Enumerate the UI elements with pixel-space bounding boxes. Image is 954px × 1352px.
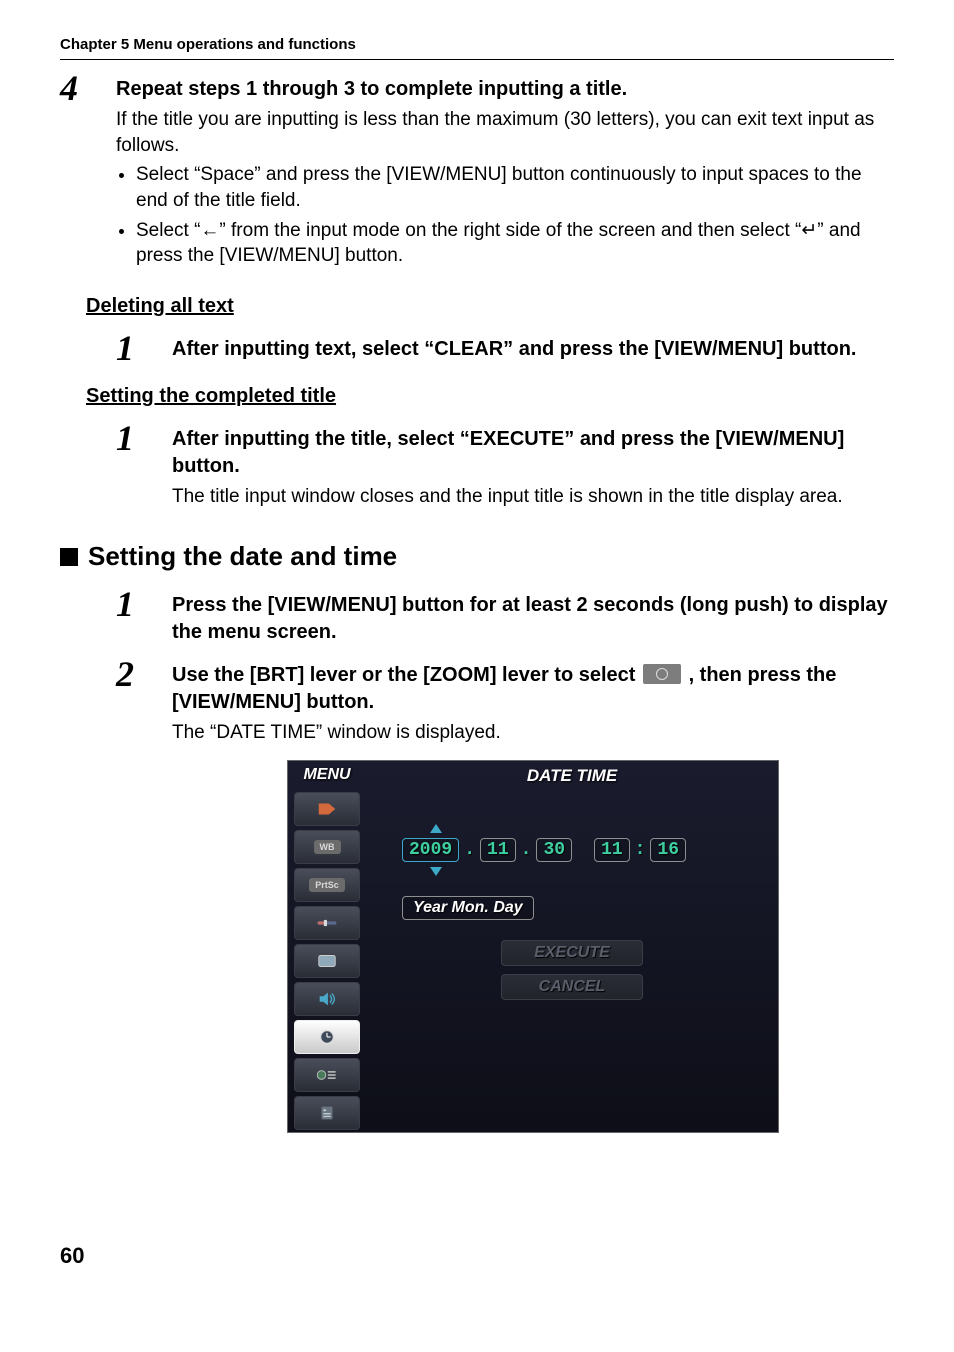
menu-content-area: DATE TIME 2009 . 11 . 30 11 : 16 Year Mo…: [366, 761, 778, 1132]
menu-tab-wb[interactable]: WB: [294, 830, 360, 864]
menu-tab-tag[interactable]: [294, 792, 360, 826]
month-field[interactable]: 11: [480, 838, 516, 862]
deleting-step-1: 1 After inputting text, select “CLEAR” a…: [116, 330, 894, 367]
step-number: 4: [60, 70, 116, 106]
menu-tab-screen[interactable]: [294, 944, 360, 978]
chapter-header: Chapter 5 Menu operations and functions: [60, 36, 894, 53]
info-page-icon: [316, 1104, 338, 1122]
menu-tab-slider[interactable]: [294, 906, 360, 940]
menu-tab-column: MENU WB PrtSc: [288, 761, 366, 1132]
step-2-title-a: Use the [BRT] lever or the [ZOOM] lever …: [172, 664, 641, 686]
menu-tab-sound[interactable]: [294, 982, 360, 1016]
date-format-row: Year Mon. Day: [402, 896, 764, 920]
separator-dot: .: [463, 840, 476, 860]
speaker-icon: [316, 990, 338, 1008]
menu-tab-prtsc[interactable]: PrtSc: [294, 868, 360, 902]
step-number: 1: [116, 586, 172, 622]
menu-tab-clock[interactable]: [294, 1020, 360, 1054]
step-number: 1: [116, 420, 172, 456]
step-4-bullets: Select “Space” and press the [VIEW/MENU]…: [116, 162, 894, 269]
year-field[interactable]: 2009: [402, 838, 459, 862]
menu-label: MENU: [288, 761, 366, 790]
step-number: 2: [116, 656, 172, 692]
step-4: 4 Repeat steps 1 through 3 to complete i…: [60, 70, 894, 277]
slider-icon: [316, 914, 338, 932]
globe-list-icon: [316, 1066, 338, 1084]
separator-dot: .: [520, 840, 533, 860]
minute-field[interactable]: 16: [650, 838, 686, 862]
separator-colon: :: [634, 840, 647, 860]
page-number: 60: [60, 1243, 894, 1269]
menu-tab-info[interactable]: [294, 1096, 360, 1130]
datetime-step-2-title: Use the [BRT] lever or the [ZOOM] lever …: [172, 662, 894, 716]
header-rule: [60, 59, 894, 60]
datetime-step-2: 2 Use the [BRT] lever or the [ZOOM] leve…: [116, 656, 894, 1133]
arrow-up-icon[interactable]: [430, 824, 442, 833]
step-4-bullet-1: Select “Space” and press the [VIEW/MENU]…: [136, 162, 894, 213]
date-format-selector[interactable]: Year Mon. Day: [402, 896, 534, 920]
execute-button[interactable]: EXECUTE: [501, 940, 643, 966]
datetime-step-1: 1 Press the [VIEW/MENU] button for at le…: [116, 586, 894, 650]
menu-tab-system[interactable]: [294, 1058, 360, 1092]
subheading-deleting: Deleting all text: [86, 295, 894, 318]
day-field[interactable]: 30: [536, 838, 572, 862]
subheading-setting-title: Setting the completed title: [86, 385, 894, 408]
arrow-down-icon[interactable]: [430, 867, 442, 876]
menu-content-title: DATE TIME: [380, 761, 764, 804]
clock-icon: [316, 1028, 338, 1046]
section-heading: Setting the date and time: [88, 541, 397, 572]
screen-icon: [316, 952, 338, 970]
clock-tab-icon: [643, 664, 681, 684]
setting-title-step-1-title: After inputting the title, select “EXECU…: [172, 426, 894, 480]
square-bullet-icon: [60, 548, 78, 566]
hour-field[interactable]: 11: [594, 838, 630, 862]
wb-label: WB: [314, 840, 341, 854]
cancel-button[interactable]: CANCEL: [501, 974, 643, 1000]
tag-icon: [316, 800, 338, 818]
section-heading-row: Setting the date and time: [60, 541, 894, 572]
prtsc-label: PrtSc: [309, 878, 345, 892]
setting-title-step-1-text: The title input window closes and the in…: [172, 484, 894, 510]
step-4-title: Repeat steps 1 through 3 to complete inp…: [116, 76, 894, 103]
step-4-bullet-2: Select “←” from the input mode on the ri…: [136, 218, 894, 269]
date-time-values: 2009 . 11 . 30 11 : 16: [402, 838, 764, 862]
datetime-step-1-title: Press the [VIEW/MENU] button for at leas…: [172, 592, 894, 646]
step-number: 1: [116, 330, 172, 366]
step-4-text: If the title you are inputting is less t…: [116, 107, 894, 158]
setting-title-step-1: 1 After inputting the title, select “EXE…: [116, 420, 894, 514]
datetime-step-2-text: The “DATE TIME” window is displayed.: [172, 720, 894, 746]
deleting-step-1-title: After inputting text, select “CLEAR” and…: [172, 336, 894, 363]
date-time-menu-window: MENU WB PrtSc: [287, 760, 779, 1133]
